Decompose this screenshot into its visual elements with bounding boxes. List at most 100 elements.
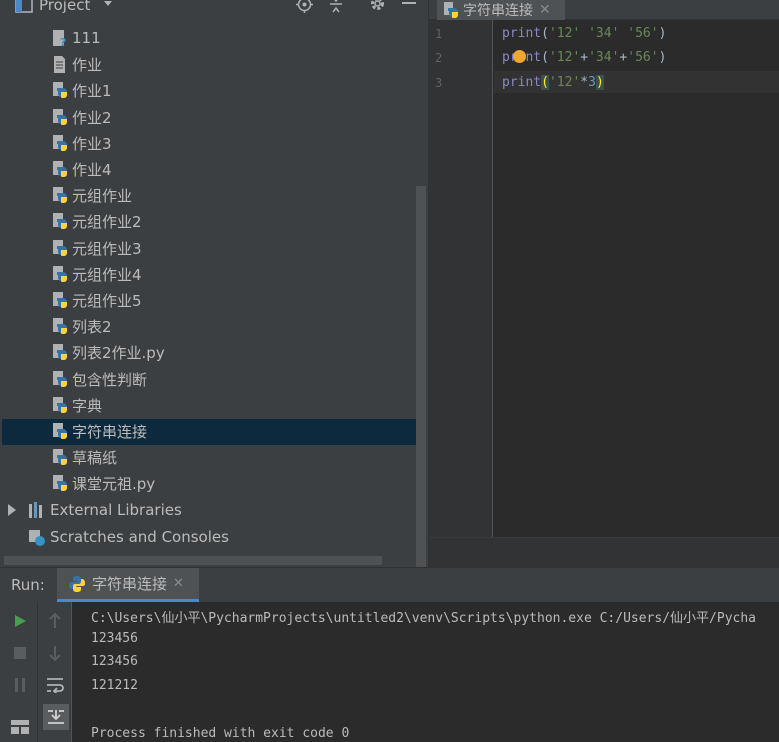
- tree-item-external-libraries[interactable]: External Libraries: [6, 497, 182, 523]
- soft-wrap-button[interactable]: [43, 673, 67, 697]
- code-token: (: [541, 75, 549, 90]
- run-console-toolbar: [38, 602, 72, 742]
- code-line-3[interactable]: print('12'*3): [502, 75, 604, 90]
- console-line: C:\Users\仙小平\PycharmProjects\untitled2\v…: [91, 611, 756, 626]
- run-header: Run: 字符串连接 ✕: [0, 568, 779, 602]
- tree-item[interactable]: 元组作业3: [51, 235, 142, 261]
- stop-icon: [14, 647, 26, 659]
- python-file-icon: [53, 186, 67, 203]
- tree-horizontal-scrollbar[interactable]: [4, 556, 382, 565]
- close-icon[interactable]: ✕: [173, 576, 184, 591]
- tree-item[interactable]: 列表2: [51, 313, 112, 339]
- python-file-icon: [53, 396, 67, 413]
- arrow-up-icon: [49, 613, 61, 628]
- tree-item-scratches[interactable]: Scratches and Consoles: [28, 524, 229, 550]
- stop-button[interactable]: [8, 641, 32, 665]
- tree-item[interactable]: ? 111: [51, 25, 101, 51]
- tree-item-label: 元组作业2: [72, 212, 142, 231]
- tree-item-label: 作业1: [72, 81, 112, 100]
- python-file-icon: [53, 239, 67, 256]
- scroll-down-button[interactable]: [43, 641, 67, 665]
- tree-item[interactable]: 作业1: [51, 77, 112, 103]
- run-toolbar: [0, 602, 38, 742]
- tree-item[interactable]: 元组作业: [51, 182, 132, 208]
- soft-wrap-icon: [47, 678, 64, 693]
- python-file-icon: [53, 291, 67, 308]
- tree-item[interactable]: 字符串连接: [51, 418, 147, 444]
- code-token: ): [595, 75, 604, 90]
- project-title[interactable]: Project: [39, 0, 90, 14]
- arrow-down-icon: [49, 646, 61, 661]
- python-file-icon: [53, 370, 67, 387]
- tree-item-label: 字典: [72, 396, 103, 415]
- tree-item[interactable]: 作业4: [51, 156, 112, 182]
- code-line-2[interactable]: print('12'+'34'+'56'): [502, 50, 666, 65]
- python-file-icon: [53, 265, 67, 282]
- editor-gutter: 1 2 3: [429, 20, 493, 537]
- python-file-icon: [53, 212, 67, 229]
- tree-vertical-scrollbar[interactable]: [416, 186, 426, 567]
- tree-item[interactable]: 元组作业5: [51, 287, 142, 313]
- tree-item[interactable]: 作业2: [51, 104, 112, 130]
- run-tab[interactable]: 字符串连接 ✕: [57, 568, 199, 602]
- code-token: 3: [588, 75, 596, 90]
- scroll-to-end-icon: [48, 710, 64, 724]
- project-view-icon[interactable]: [15, 0, 33, 13]
- scroll-up-button[interactable]: [43, 609, 67, 633]
- tree-item[interactable]: 字典: [51, 392, 102, 418]
- tree-item-label: 元组作业5: [72, 291, 142, 310]
- locate-icon[interactable]: [296, 0, 313, 13]
- tree-item-label: 列表2: [72, 317, 112, 336]
- run-panel: Run: 字符串连接 ✕ C:\Users\仙小平\PycharmProject…: [0, 567, 779, 742]
- scroll-to-end-button[interactable]: [43, 704, 69, 730]
- tree-item[interactable]: 作业: [51, 51, 102, 77]
- tree-item-label: 列表2作业.py: [72, 343, 165, 362]
- tree-item[interactable]: 元组作业4: [51, 261, 142, 287]
- gear-icon[interactable]: [369, 0, 386, 12]
- layout-button[interactable]: [8, 715, 32, 739]
- code-token: '56': [627, 26, 659, 41]
- python-file-icon: [53, 448, 67, 465]
- tree-item[interactable]: 课堂元祖.py: [51, 470, 155, 496]
- tree-item[interactable]: 作业3: [51, 130, 112, 156]
- tree-item-label: 作业2: [72, 108, 112, 127]
- tree-item-label: 草稿纸: [72, 448, 118, 467]
- python-file-icon: [53, 343, 67, 360]
- python-icon: [69, 575, 85, 592]
- python-file-icon: [53, 108, 67, 125]
- library-icon: [29, 501, 42, 518]
- code-line-1[interactable]: print('12' '34' '56'): [502, 26, 666, 41]
- tree-item-label: 111: [72, 29, 101, 47]
- code-token: ): [658, 26, 667, 41]
- play-icon: [15, 615, 26, 627]
- code-token: ): [658, 50, 667, 65]
- tree-item[interactable]: 草稿纸: [51, 444, 117, 470]
- rerun-button[interactable]: [8, 609, 32, 633]
- minimize-icon[interactable]: [402, 0, 416, 6]
- python-file-icon: [444, 2, 458, 18]
- chevron-down-icon[interactable]: [103, 0, 113, 8]
- python-file-icon: [53, 422, 67, 439]
- close-icon[interactable]: ✕: [539, 2, 551, 18]
- tree-item-label: 字符串连接: [72, 422, 148, 441]
- code-token: print: [502, 75, 542, 90]
- collapse-all-icon[interactable]: [328, 0, 344, 13]
- svg-text:?: ?: [60, 36, 66, 48]
- pause-button[interactable]: [8, 673, 32, 697]
- chevron-right-icon[interactable]: [6, 503, 18, 517]
- lightbulb-icon[interactable]: [513, 50, 526, 63]
- code-token: '34': [588, 26, 620, 41]
- code-token: +: [580, 50, 589, 65]
- tree-item-label: 作业4: [72, 160, 112, 179]
- tree-item[interactable]: 包含性判断: [51, 366, 147, 392]
- tree-item[interactable]: 元组作业2: [51, 208, 142, 234]
- tree-item[interactable]: 列表2作业.py: [51, 339, 165, 365]
- editor-tab[interactable]: 字符串连接 ✕: [437, 0, 565, 20]
- tree-item-label: 元组作业4: [72, 265, 142, 284]
- unknown-file-icon: ?: [53, 29, 66, 48]
- text-file-icon: [54, 55, 65, 73]
- code-token: *: [580, 75, 589, 90]
- code-token: (: [541, 50, 549, 65]
- console-output[interactable]: C:\Users\仙小平\PycharmProjects\untitled2\v…: [73, 602, 779, 742]
